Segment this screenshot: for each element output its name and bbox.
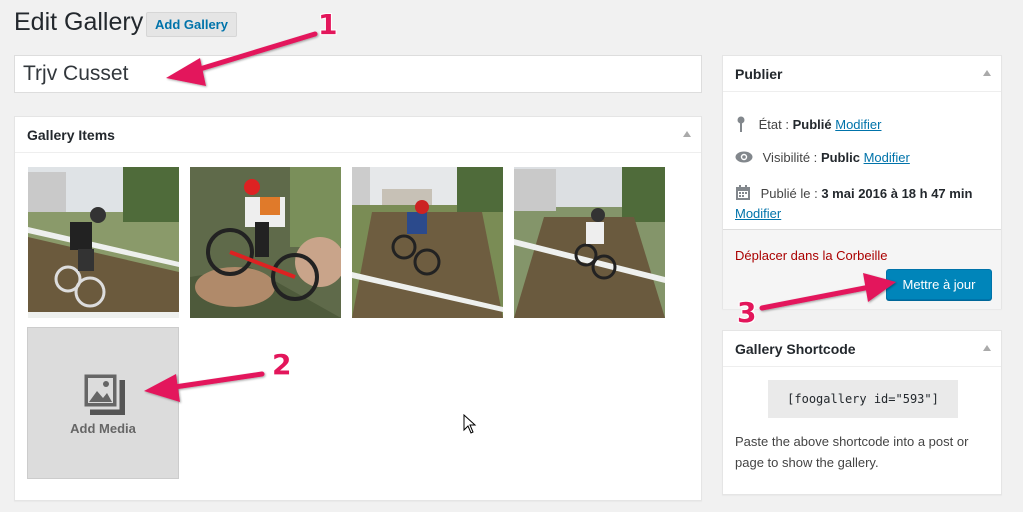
annotation-number-3: 3 — [737, 296, 757, 329]
status-value: Publié — [792, 117, 832, 132]
collapse-toggle-icon[interactable] — [683, 131, 691, 137]
annotation-number-2: 2 — [272, 348, 292, 381]
visibility-row: Visibilité : Public Modifier — [735, 150, 910, 165]
gallery-thumbnail[interactable] — [28, 167, 179, 318]
publish-actions: Déplacer dans la Corbeille Mettre à jour — [723, 229, 1001, 309]
publish-title: Publier — [735, 66, 783, 82]
move-to-trash-link[interactable]: Déplacer dans la Corbeille — [735, 248, 887, 263]
add-media-button[interactable]: Add Media — [27, 327, 179, 479]
published-date-row: Publié le : 3 mai 2016 à 18 h 47 min Mod… — [735, 184, 997, 224]
calendar-icon — [736, 185, 750, 200]
shortcode-help-text: Paste the above shortcode into a post or… — [735, 434, 969, 470]
status-label: État : — [758, 117, 789, 132]
status-row: État : Publié Modifier — [735, 116, 882, 132]
gallery-thumbnail[interactable] — [352, 167, 503, 318]
eye-icon — [735, 151, 753, 163]
mouse-cursor-icon — [463, 414, 477, 434]
gallery-thumbnail[interactable] — [514, 167, 665, 318]
collapse-toggle-icon[interactable] — [983, 70, 991, 76]
publish-header[interactable]: Publier — [723, 56, 1001, 92]
add-gallery-button[interactable]: Add Gallery — [146, 12, 237, 37]
publish-panel: Publier État : Publié Modifier Visibilit… — [722, 55, 1002, 309]
published-modify-link[interactable]: Modifier — [735, 206, 781, 221]
gallery-shortcode-panel: Gallery Shortcode [foogallery id="593"] … — [722, 330, 1002, 495]
shortcode-header[interactable]: Gallery Shortcode — [723, 331, 1001, 367]
pin-icon — [737, 116, 745, 132]
gallery-thumbnail[interactable] — [190, 167, 341, 318]
visibility-label: Visibilité : — [762, 150, 818, 165]
add-media-label: Add Media — [70, 421, 136, 436]
published-value: 3 mai 2016 à 18 h 47 min — [821, 186, 973, 201]
page-title: Edit Gallery — [14, 8, 144, 36]
gallery-title-input[interactable]: Trjv Cusset — [14, 55, 702, 93]
visibility-modify-link[interactable]: Modifier — [864, 150, 910, 165]
gallery-items-panel: Gallery Items Add Media — [14, 116, 702, 501]
visibility-value: Public — [820, 150, 860, 165]
gallery-items-title: Gallery Items — [27, 127, 115, 143]
published-label: Publié le : — [760, 186, 818, 201]
media-gallery-icon — [81, 371, 125, 415]
shortcode-code[interactable]: [foogallery id="593"] — [768, 380, 958, 418]
shortcode-title: Gallery Shortcode — [735, 341, 856, 357]
annotation-number-1: 1 — [318, 8, 338, 41]
gallery-items-header[interactable]: Gallery Items — [15, 117, 701, 153]
status-modify-link[interactable]: Modifier — [835, 117, 881, 132]
update-button[interactable]: Mettre à jour — [886, 269, 992, 300]
collapse-toggle-icon[interactable] — [983, 345, 991, 351]
